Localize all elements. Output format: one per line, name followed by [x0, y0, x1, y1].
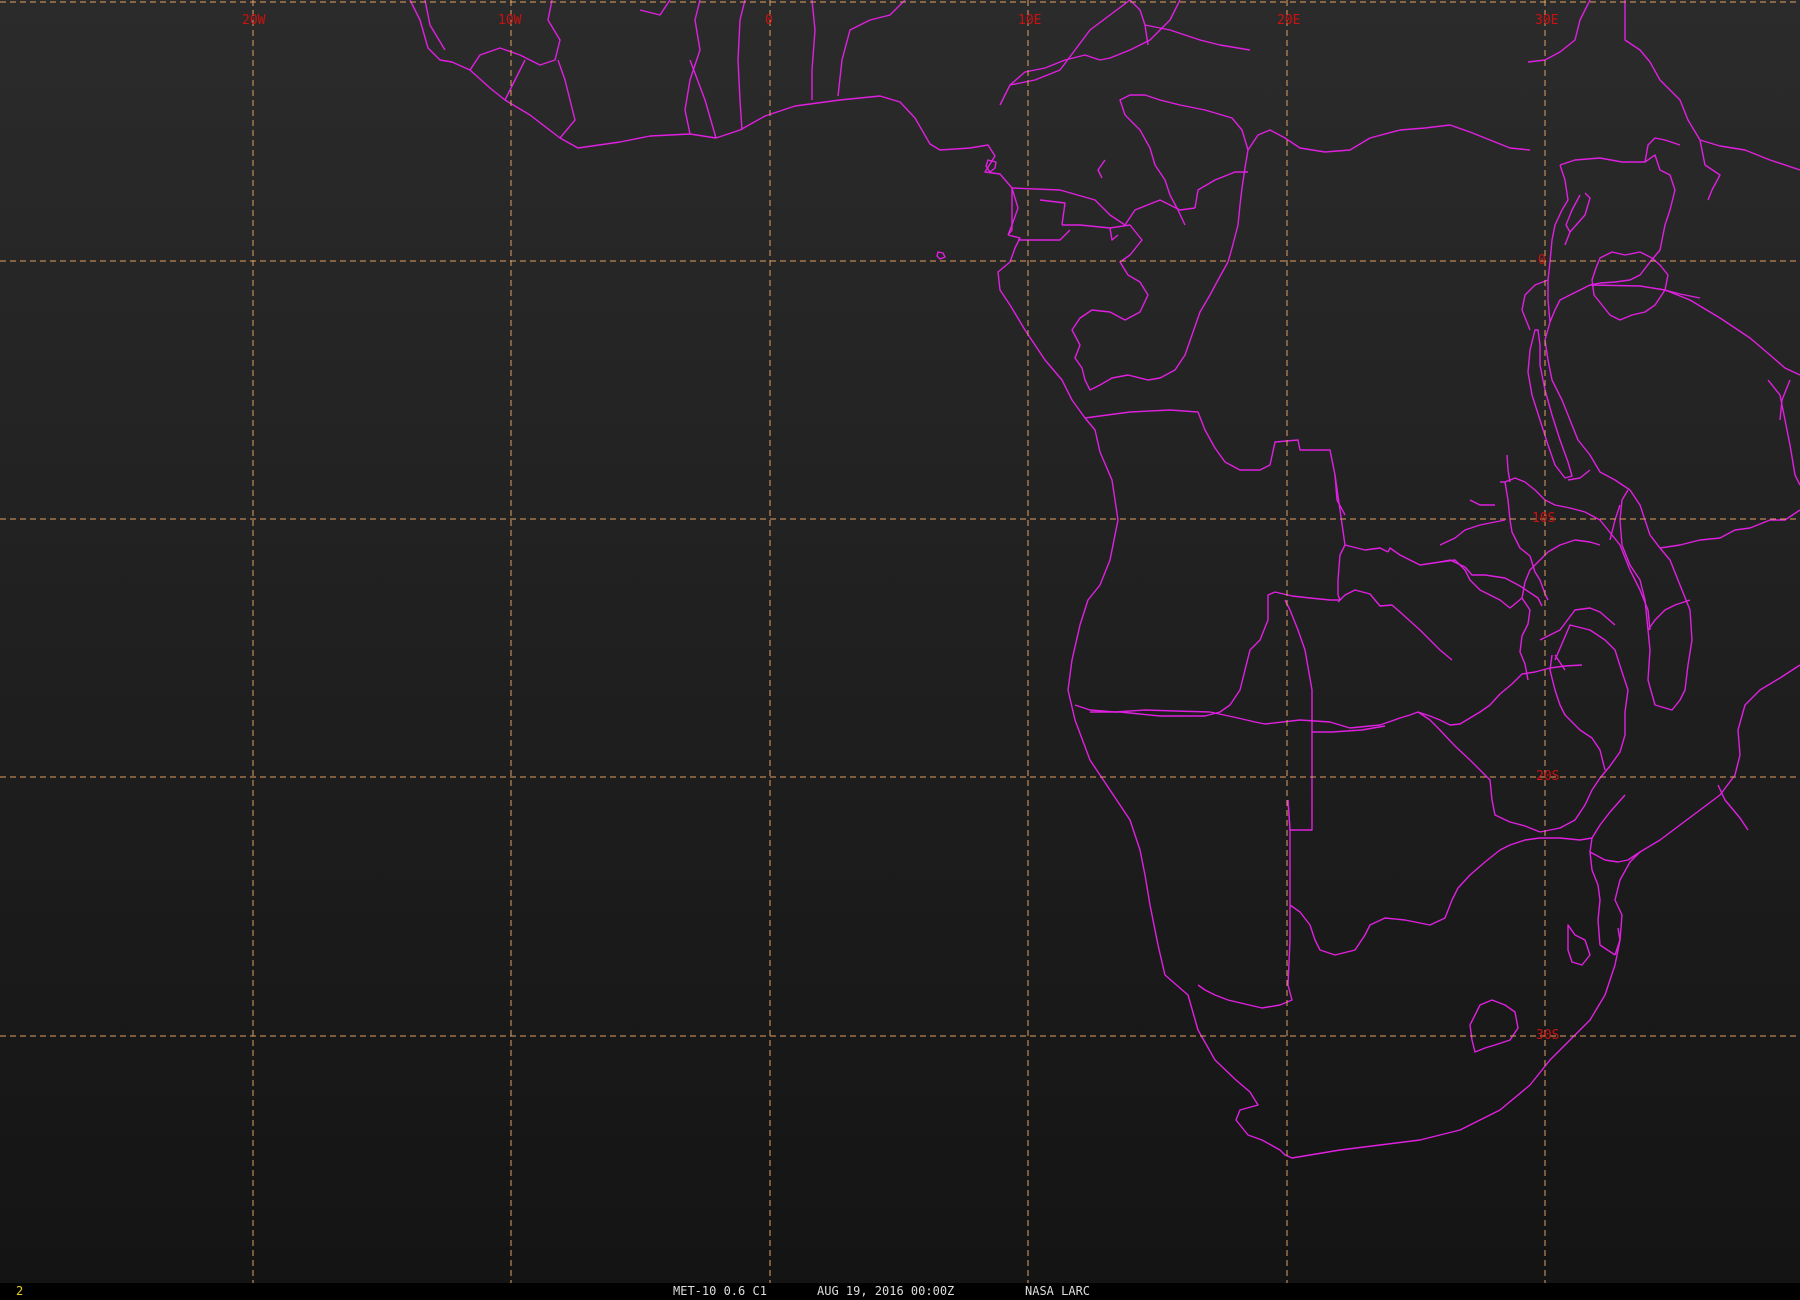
satellite-image-view: 20W 10W 0 10E 20E 30E 0 10S 20S 30S [0, 0, 1800, 1283]
frame-number: 2 [16, 1284, 24, 1298]
latitude-label: 10S [1532, 511, 1555, 526]
satellite-channel: MET-10 0.6 C1 [673, 1284, 767, 1298]
longitude-label: 30E [1535, 13, 1558, 28]
producer-label: NASA LARC [1025, 1284, 1091, 1298]
longitude-label: 0 [765, 13, 773, 28]
latitude-label: 20S [1536, 769, 1559, 784]
latitude-label: 30S [1536, 1028, 1559, 1043]
longitude-label: 10W [498, 13, 522, 28]
observation-datetime: AUG 19, 2016 00:00Z [817, 1284, 955, 1298]
longitude-label: 20E [1277, 13, 1300, 28]
latitude-label: 0 [1538, 253, 1546, 268]
longitude-label: 20W [242, 13, 266, 28]
status-bar: 2 MET-10 0.6 C1 AUG 19, 2016 00:00Z NASA… [0, 1283, 1800, 1300]
longitude-label: 10E [1018, 13, 1041, 28]
image-background [0, 0, 1800, 1283]
